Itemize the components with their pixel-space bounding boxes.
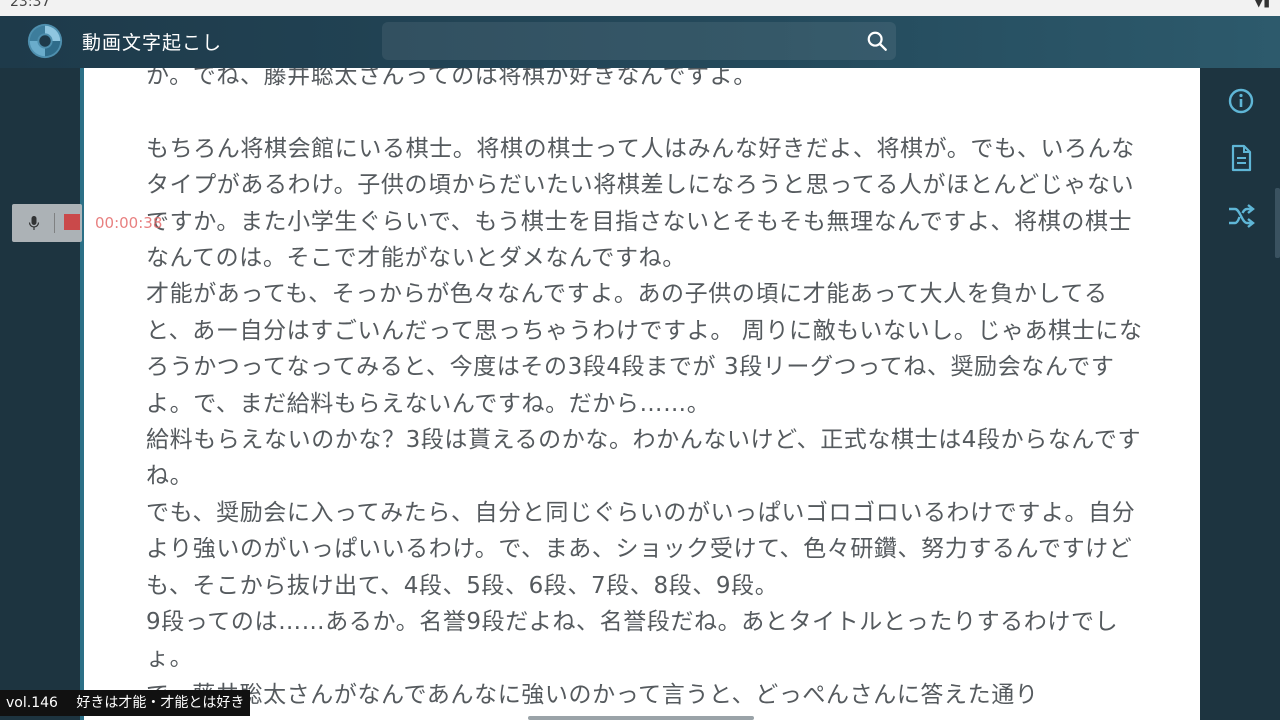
transcript-panel[interactable]: か。でね、藤井聡太さんってのは将棋が好きなんですよ。 もちろん将棋会館にいる棋士… (80, 68, 1200, 720)
search-box[interactable] (382, 22, 896, 60)
status-icons: ▼▮ (1254, 0, 1270, 9)
document-icon[interactable] (1226, 143, 1256, 173)
transcript-paragraph: 才能があっても、そっからが色々なんですよ。あの子供の頃に才能あって大人を負かして… (146, 281, 1143, 417)
transcript-paragraph: もちろん将棋会館にいる棋士。将棋の棋士って人はみんな好きだよ、将棋が。でも、いろ… (146, 135, 1135, 272)
home-indicator[interactable] (528, 716, 754, 720)
microphone-icon[interactable] (28, 215, 40, 231)
scrollbar-thumb[interactable] (1275, 188, 1280, 258)
stop-record-icon[interactable] (64, 214, 80, 230)
transcript-paragraph: 9段ってのは……あるか。名誉9段だよね、名誉段だね。あとタイトルとったりするわけ… (146, 609, 1119, 672)
status-time: 23:37 (10, 0, 51, 10)
app-title: 動画文字起こし (82, 32, 223, 54)
transcript-paragraph: か。でね、藤井聡太さんってのは将棋が好きなんですよ。 (146, 68, 757, 89)
video-caption: vol.146 好きは才能・才能とは好き (0, 690, 251, 716)
transcript-text: か。でね、藤井聡太さんってのは将棋が好きなんですよ。 もちろん将棋会館にいる棋士… (146, 68, 1146, 713)
search-icon[interactable] (866, 30, 888, 52)
app-logo-icon[interactable] (26, 22, 64, 60)
transcript-paragraph-blank (146, 94, 1146, 130)
left-rail (0, 68, 80, 720)
transcript-paragraph: でも、奨励会に入ってみたら、自分と同じぐらいのがいっぱいゴロゴロいるわけですよ。… (146, 499, 1136, 599)
recording-timer: 00:00:38 (95, 214, 163, 232)
transcript-paragraph: 給料もらえないのかな？3段は貰えるのかな。わかんないけど、正式な棋士は4段からな… (146, 427, 1142, 490)
transcript-paragraph: で、藤井聡太さんがなんであんなに強いのかって言うと、どっぺんさんに答えた通り (146, 681, 1039, 708)
shuffle-icon[interactable] (1226, 201, 1256, 231)
app-header: 動画文字起こし (0, 16, 1280, 68)
search-input[interactable] (392, 26, 856, 58)
right-rail (1200, 68, 1280, 720)
caption-volume: vol.146 (6, 695, 58, 711)
caption-title: 好きは才能・才能とは好き (76, 695, 245, 711)
recorder-divider (54, 213, 55, 233)
info-icon[interactable] (1226, 86, 1256, 116)
recorder-widget[interactable] (12, 204, 82, 242)
status-bar: 23:37 ▼▮ (0, 0, 1280, 16)
